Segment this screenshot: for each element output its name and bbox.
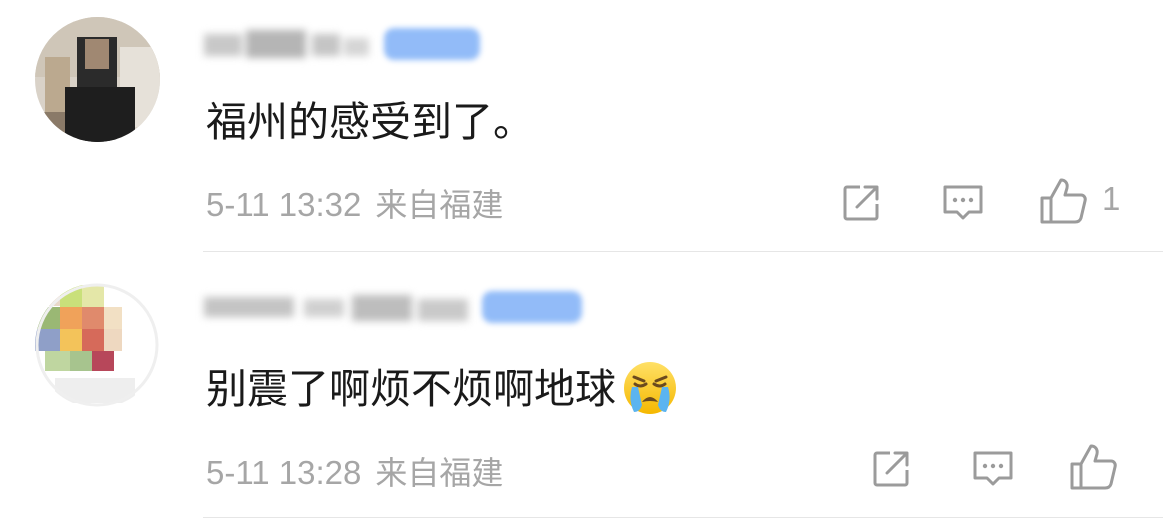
comment-location: 来自福建 [375,454,504,492]
thumbs-up-icon [1070,444,1117,490]
vip-badge [482,291,582,323]
reply-button[interactable] [969,444,1017,492]
comment-time: 5-11 13:28 [206,454,362,491]
share-button[interactable] [838,178,886,226]
divider [203,517,1163,518]
share-button[interactable] [868,444,916,492]
avatar[interactable] [35,17,160,142]
like-count: 1 [1102,180,1121,217]
like-button[interactable] [1038,174,1088,226]
comment-time: 5-11 13:32 [206,186,362,223]
divider [203,251,1163,252]
comment-location: 来自福建 [375,186,504,224]
comment-icon [943,185,983,220]
comment-meta: 5-11 13:32 来自福建 [206,180,503,226]
share-icon [843,185,879,221]
comment-item: 别震了啊烦不烦啊地球 5-11 13:28 来自福建 [0,253,1163,515]
loudly-crying-face-icon [624,362,676,414]
avatar[interactable] [35,283,160,408]
like-button[interactable] [1068,440,1118,492]
comment-text: 福州的感受到了。 [206,98,534,146]
comment-icon [973,451,1013,486]
vip-badge [384,28,480,60]
comment-item: 福州的感受到了。 5-11 13:32 来自福建 1 [0,0,1163,252]
thumbs-up-icon [1040,178,1087,224]
comment-text: 别震了啊烦不烦啊地球 [206,355,678,420]
comment-meta: 5-11 13:28 来自福建 [206,448,503,494]
reply-button[interactable] [939,178,987,226]
share-icon [873,451,909,487]
